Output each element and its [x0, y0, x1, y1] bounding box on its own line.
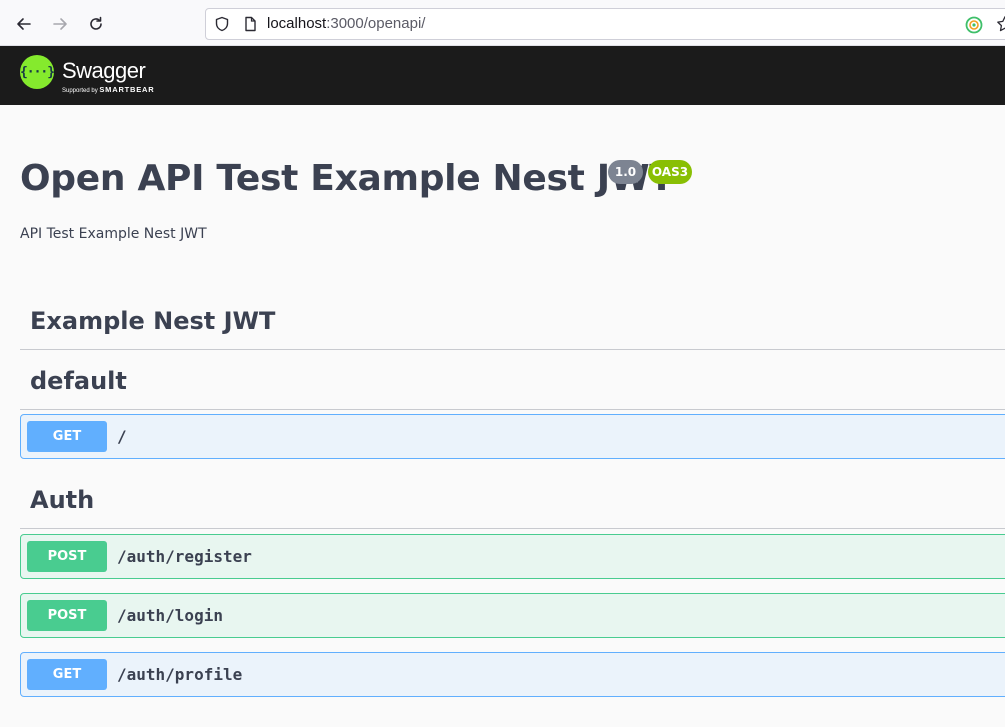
api-title: Open API Test Example Nest JWT	[20, 158, 674, 199]
url-text[interactable]: localhost:3000/openapi/	[267, 15, 425, 32]
forward-arrow-icon[interactable]	[48, 12, 72, 36]
api-description: API Test Example Nest JWT	[20, 226, 207, 242]
operation-path: /auth/register	[117, 547, 252, 566]
operation-get-root[interactable]: GET /	[20, 414, 1005, 459]
method-badge: GET	[27, 421, 107, 452]
back-arrow-icon[interactable]	[12, 12, 36, 36]
operation-path: /	[117, 427, 127, 446]
tagline-brand: SMARTBEAR	[99, 85, 155, 94]
browser-toolbar: localhost:3000/openapi/	[0, 0, 1005, 46]
operation-post-auth-login[interactable]: POST /auth/login	[20, 593, 1005, 638]
swagger-topbar: {···} Swagger Supported by SMARTBEAR	[0, 46, 1005, 105]
reload-icon[interactable]	[84, 12, 108, 36]
bookmark-star-icon[interactable]	[996, 15, 1005, 33]
swagger-logo-title[interactable]: Swagger	[62, 58, 146, 84]
swagger-logo-tagline: Supported by SMARTBEAR	[62, 85, 155, 94]
operation-get-auth-profile[interactable]: GET /auth/profile	[20, 652, 1005, 697]
version-badge: 1.0	[608, 160, 643, 184]
shield-icon[interactable]	[214, 16, 230, 32]
page-icon[interactable]	[242, 16, 258, 32]
operation-path: /auth/login	[117, 606, 223, 625]
tag-example-nest-jwt[interactable]: Example Nest JWT	[30, 307, 275, 335]
logo-glyph: {···}	[19, 64, 55, 80]
divider	[20, 528, 1005, 529]
extension-icon[interactable]	[965, 16, 983, 34]
tag-auth[interactable]: Auth	[30, 486, 94, 514]
tagline-prefix: Supported by	[62, 88, 98, 94]
method-badge: GET	[27, 659, 107, 690]
oas-badge: OAS3	[648, 160, 692, 184]
url-host: localhost	[267, 15, 327, 32]
tag-default[interactable]: default	[30, 367, 127, 395]
operation-path: /auth/profile	[117, 665, 243, 684]
url-bar[interactable]: localhost:3000/openapi/	[205, 8, 1005, 40]
url-path: :3000/openapi/	[326, 15, 426, 32]
method-badge: POST	[27, 541, 107, 572]
divider	[20, 349, 1005, 350]
swagger-logo-icon[interactable]: {···}	[19, 55, 55, 89]
method-badge: POST	[27, 600, 107, 631]
operation-post-auth-register[interactable]: POST /auth/register	[20, 534, 1005, 579]
divider	[20, 409, 1005, 410]
